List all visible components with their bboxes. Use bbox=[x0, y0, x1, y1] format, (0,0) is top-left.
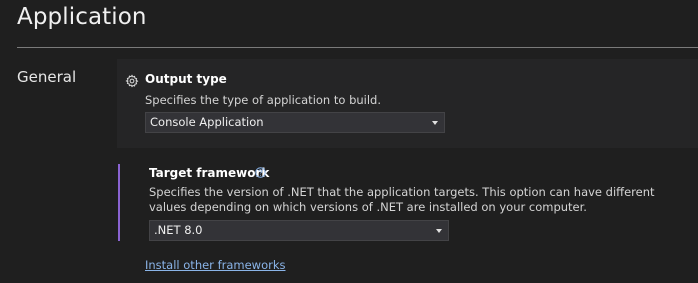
focus-accent-bar bbox=[118, 164, 120, 241]
target-framework-title: Target framework bbox=[149, 166, 270, 180]
page-title: Application bbox=[17, 4, 147, 30]
target-framework-description: Specifies the version of .NET that the a… bbox=[149, 185, 655, 214]
help-circle-icon[interactable] bbox=[255, 167, 266, 178]
target-framework-setting: Target framework Specifies the version o… bbox=[118, 164, 698, 241]
chevron-down-icon bbox=[432, 121, 438, 125]
target-framework-dropdown[interactable]: .NET 8.0 bbox=[149, 220, 449, 241]
output-type-dropdown[interactable]: Console Application bbox=[145, 112, 445, 133]
gear-icon bbox=[125, 74, 139, 88]
output-type-title: Output type bbox=[145, 72, 227, 86]
install-other-frameworks-link[interactable]: Install other frameworks bbox=[145, 258, 286, 272]
chevron-down-icon bbox=[436, 229, 442, 233]
section-label-general: General bbox=[17, 68, 77, 86]
target-framework-selected-value: .NET 8.0 bbox=[154, 223, 203, 237]
output-type-selected-value: Console Application bbox=[150, 115, 264, 129]
output-type-setting: Output type Specifies the type of applic… bbox=[117, 59, 698, 148]
output-type-description: Specifies the type of application to bui… bbox=[145, 93, 381, 107]
title-divider bbox=[17, 47, 698, 48]
project-properties-page: Application General Output type Specifie… bbox=[0, 0, 698, 283]
